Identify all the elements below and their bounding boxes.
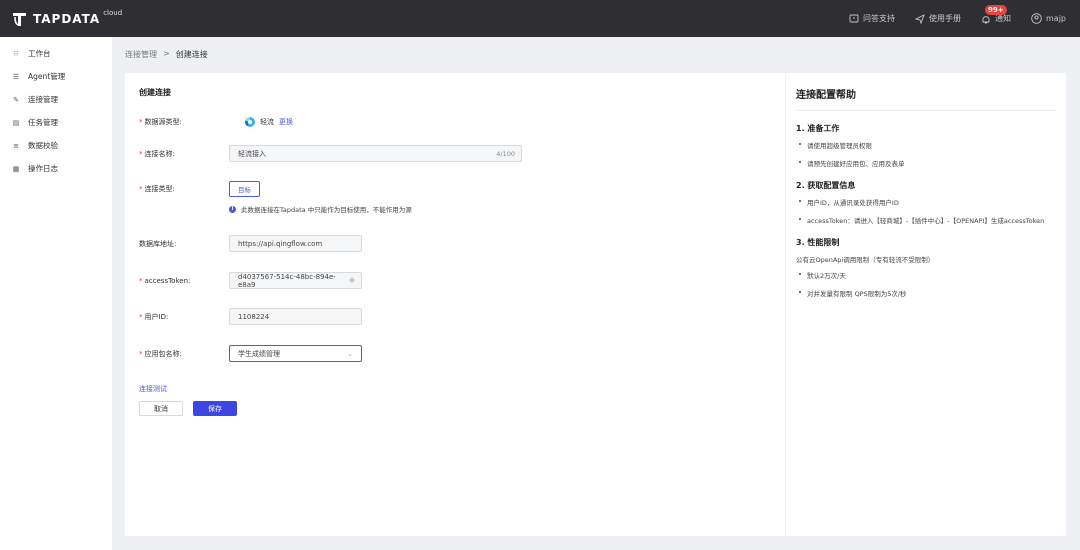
connection-test-link[interactable]: 连接测试 bbox=[139, 384, 167, 394]
sidebar-item-tasks[interactable]: ▤ 任务管理 bbox=[0, 111, 112, 134]
create-connection-panel: 创建连接 * 数据源类型: 轻流 更换 * 连接名称: 轻流接入 4/100 * 连接… bbox=[125, 73, 785, 536]
conn-type-label: * 连接类型: bbox=[139, 185, 175, 193]
eye-icon[interactable]: ◉ bbox=[349, 276, 355, 284]
sidebar: ⁝⁝ 工作台 ☰ Agent管理 ✎ 连接管理 ▤ 任务管理 ≡ 数据校验 ▦ … bbox=[0, 37, 112, 550]
help-section-title: 1. 准备工作 bbox=[796, 124, 840, 133]
app-select[interactable]: 学生成绩管理 ⌄ bbox=[229, 345, 362, 362]
name-row: * 连接名称: 轻流接入 4/100 bbox=[139, 145, 522, 162]
info-icon: i bbox=[229, 205, 236, 213]
user-menu[interactable]: majp bbox=[1031, 13, 1066, 24]
user-id-input[interactable]: 1108224 bbox=[229, 308, 362, 325]
brand-name: TAPDATA bbox=[33, 11, 101, 26]
task-icon: ▤ bbox=[12, 118, 20, 127]
chevron-down-icon: ⌄ bbox=[347, 350, 353, 358]
notification-link[interactable]: 99+ 通知 bbox=[981, 5, 1011, 24]
check-icon: ≡ bbox=[13, 141, 19, 150]
sidebar-item-logs[interactable]: ▦ 操作日志 bbox=[0, 157, 112, 180]
help-item: 请预先创建好应用包、应用及表单 bbox=[796, 158, 1056, 168]
app-row: * 应用包名称: 学生成绩管理 ⌄ bbox=[139, 345, 362, 362]
send-icon bbox=[915, 13, 925, 24]
help-panel: 连接配置帮助 1. 准备工作 请使用超级管理员权限 请预先创建好应用包、应用及表… bbox=[786, 73, 1066, 536]
sidebar-item-label: 数据校验 bbox=[28, 141, 58, 150]
user-name: majp bbox=[1046, 14, 1066, 23]
sidebar-item-agent[interactable]: ☰ Agent管理 bbox=[0, 65, 112, 88]
db-address-row: 数据库地址: https://api.qingflow.com bbox=[139, 235, 362, 252]
token-label: * accessToken: bbox=[139, 276, 191, 285]
qingflow-logo-icon bbox=[245, 117, 255, 127]
save-button[interactable]: 保存 bbox=[193, 401, 237, 416]
target-type-button[interactable]: 目标 bbox=[229, 181, 260, 197]
name-label: * 连接名称: bbox=[139, 149, 175, 158]
help-item: 默认2万次/天 bbox=[796, 270, 1056, 280]
source-type-row: * 数据源类型: 轻流 更换 bbox=[139, 117, 293, 127]
db-address-input[interactable]: https://api.qingflow.com bbox=[229, 235, 362, 252]
notification-badge: 99+ bbox=[985, 5, 1007, 15]
help-section-title: 2. 获取配置信息 bbox=[796, 181, 856, 190]
support-link[interactable]: 问答支持 bbox=[849, 13, 895, 24]
sidebar-item-label: 连接管理 bbox=[28, 95, 58, 104]
sidebar-item-label: 任务管理 bbox=[28, 118, 58, 127]
app-label: * 应用包名称: bbox=[139, 349, 182, 358]
brand-sub: cloud bbox=[103, 8, 123, 17]
log-icon: ▦ bbox=[12, 164, 20, 173]
help-item: 请使用超级管理员权限 bbox=[796, 140, 1056, 150]
manual-link[interactable]: 使用手册 bbox=[915, 13, 961, 24]
token-row: * accessToken: d4037567-514c-48bc-894e-e8… bbox=[139, 272, 362, 289]
help-item: 对并发量有限制 QPS限制为5次/秒 bbox=[796, 288, 1056, 298]
source-type-value: 轻流 bbox=[260, 118, 274, 126]
tapdata-logo-icon bbox=[12, 11, 27, 27]
page-title: 创建连接 bbox=[139, 88, 171, 97]
sidebar-item-verify[interactable]: ≡ 数据校验 bbox=[0, 134, 112, 157]
user-id-label: * 用户ID: bbox=[139, 312, 169, 321]
help-desc: 公有云OpenApi调用限制（专有轻流不受限制） bbox=[796, 256, 935, 264]
top-bar: TAPDATA cloud 问答支持 使用手册 99+ 通知 majp bbox=[0, 0, 1080, 37]
breadcrumb-parent[interactable]: 连接管理 bbox=[125, 49, 157, 60]
help-item: 用户ID，从通讯录处获得用户ID bbox=[796, 197, 1056, 207]
access-token-input[interactable]: d4037567-514c-48bc-894e-e8a9 ◉ bbox=[229, 272, 362, 289]
user-id-row: * 用户ID: 1108224 bbox=[139, 308, 362, 325]
source-type-label: * 数据源类型: bbox=[139, 118, 182, 126]
cancel-button[interactable]: 取消 bbox=[139, 401, 183, 416]
sidebar-item-label: Agent管理 bbox=[28, 72, 66, 81]
db-address-label: 数据库地址: bbox=[139, 239, 177, 248]
manual-label: 使用手册 bbox=[929, 14, 961, 23]
connection-name-input[interactable]: 轻流接入 4/100 bbox=[229, 145, 522, 162]
bell-icon bbox=[981, 14, 991, 24]
link-icon: ✎ bbox=[13, 95, 19, 104]
change-source-link[interactable]: 更换 bbox=[279, 117, 293, 127]
support-label: 问答支持 bbox=[863, 14, 895, 23]
sidebar-item-label: 操作日志 bbox=[28, 164, 58, 173]
message-icon bbox=[849, 14, 859, 24]
breadcrumb: 连接管理 > 创建连接 bbox=[125, 49, 208, 60]
help-title: 连接配置帮助 bbox=[796, 86, 1056, 111]
user-icon bbox=[1031, 13, 1042, 24]
sidebar-item-label: 工作台 bbox=[28, 49, 51, 58]
help-section-title: 3. 性能限制 bbox=[796, 238, 840, 247]
sidebar-item-connections[interactable]: ✎ 连接管理 bbox=[0, 88, 112, 111]
help-item: accessToken：请进入【轻商城】-【插件中心】-【OPENAPI】生成a… bbox=[796, 215, 1056, 225]
sidebar-item-dashboard[interactable]: ⁝⁝ 工作台 bbox=[0, 42, 112, 65]
breadcrumb-current: 创建连接 bbox=[175, 50, 208, 59]
brand-logo[interactable]: TAPDATA cloud bbox=[12, 8, 123, 27]
list-icon: ☰ bbox=[12, 72, 20, 81]
conn-type-hint: i 此数据连接在Tapdata 中只能作为目标使用，不能作用为源 bbox=[229, 204, 412, 214]
conn-type-row: * 连接类型: 目标 bbox=[139, 181, 260, 197]
dashboard-icon: ⁝⁝ bbox=[13, 49, 19, 58]
breadcrumb-separator: > bbox=[163, 49, 170, 58]
char-count: 4/100 bbox=[496, 149, 515, 158]
